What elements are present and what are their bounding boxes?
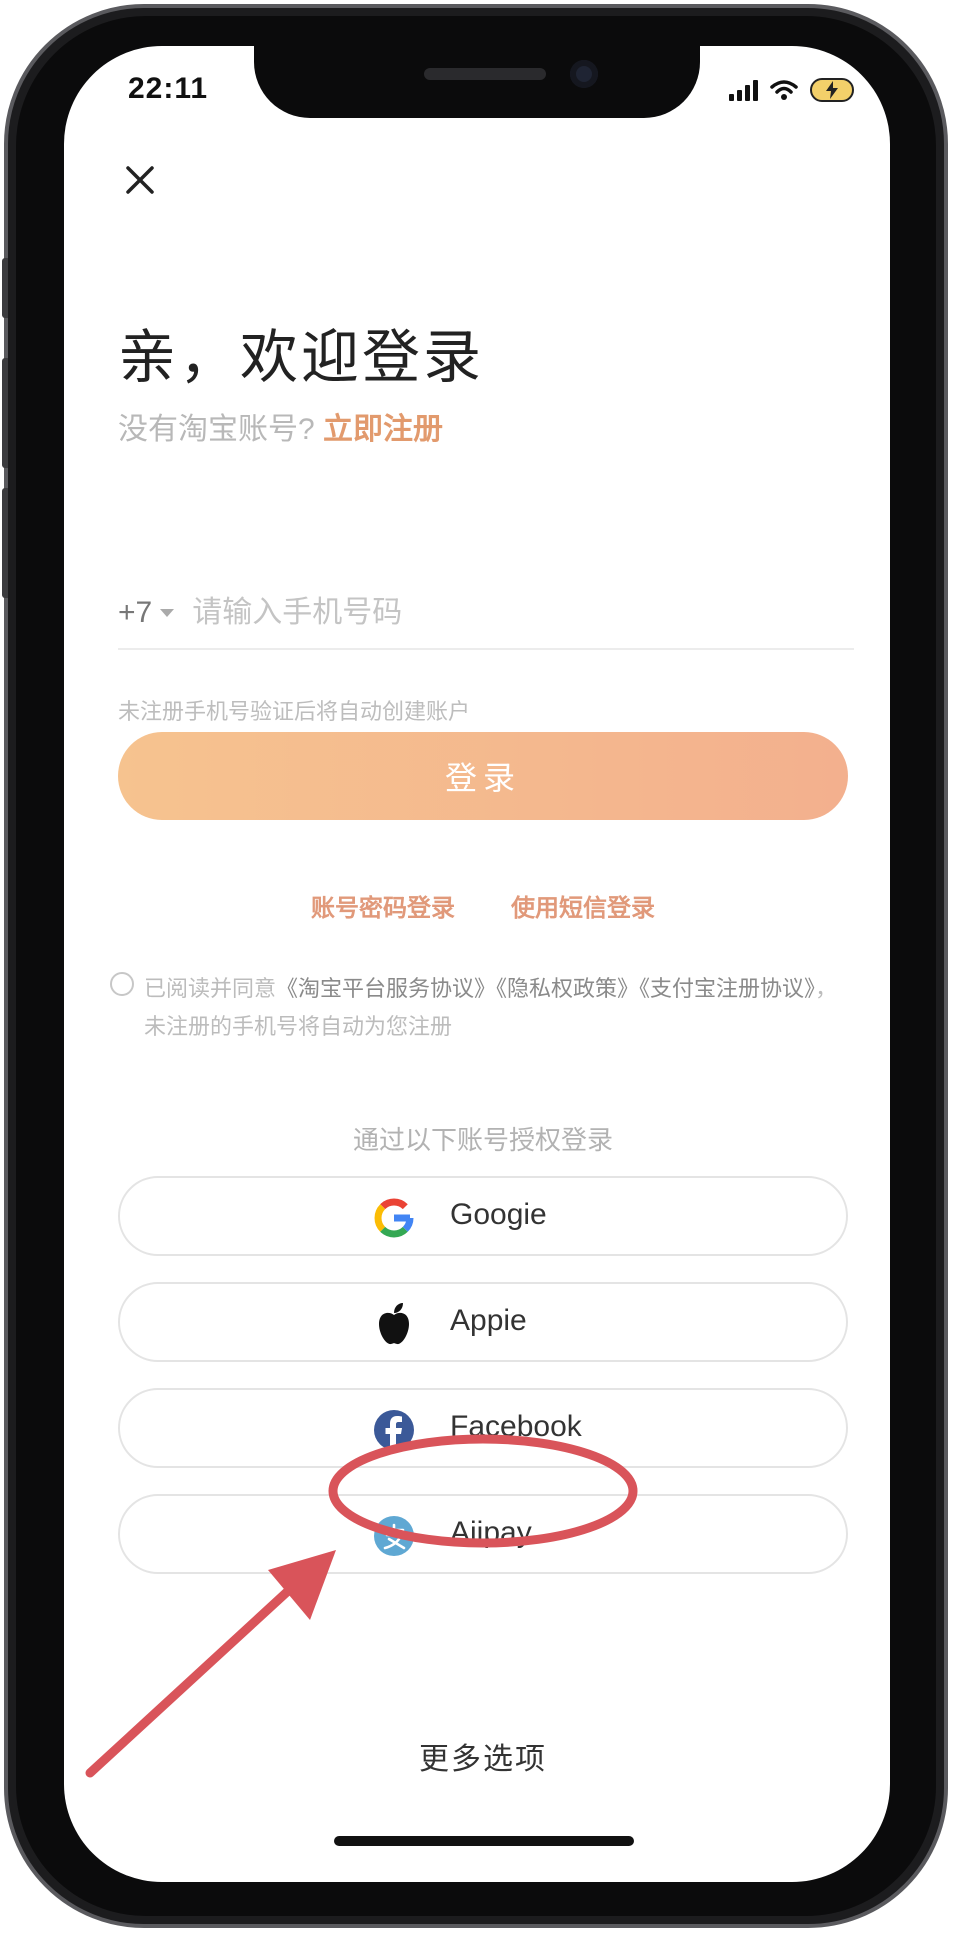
earpiece-speaker bbox=[424, 68, 546, 80]
mute-switch bbox=[2, 258, 8, 318]
notch bbox=[254, 46, 700, 118]
country-code-selector[interactable]: +7 bbox=[118, 596, 175, 630]
alipay-login-button[interactable]: Aiipay bbox=[118, 1494, 848, 1574]
apple-icon bbox=[372, 1302, 416, 1346]
agreement-prefix: 已阅读并同意 bbox=[144, 976, 277, 1001]
register-link[interactable]: 立即注册 bbox=[323, 413, 443, 446]
facebook-login-button[interactable]: Facebook bbox=[118, 1388, 848, 1468]
agreement-row: 已阅读并同意《淘宝平台服务协议》《隐私权政策》《支付宝注册协议》，未注册的手机号… bbox=[110, 970, 850, 1046]
screenshot-stage: 22:11 亲，欢迎登录 没有淘宝账号? 立即注册 +7 请输入手机号码 未注册… bbox=[0, 0, 953, 1933]
wifi-icon bbox=[770, 80, 798, 100]
volume-up-button bbox=[2, 358, 8, 468]
apple-login-button[interactable]: Appie bbox=[118, 1282, 848, 1362]
volume-down-button bbox=[2, 488, 8, 598]
register-prompt: 没有淘宝账号? 立即注册 bbox=[118, 404, 443, 448]
password-login-link[interactable]: 账号密码登录 bbox=[311, 888, 455, 923]
alipay-agreement-link[interactable]: 《支付宝注册协议》 bbox=[639, 976, 815, 1001]
apple-login-label: Appie bbox=[450, 1304, 527, 1337]
facebook-login-label: Facebook bbox=[450, 1410, 582, 1443]
status-time: 22:11 bbox=[128, 72, 209, 105]
terms-of-service-link[interactable]: 《淘宝平台服务协议》 bbox=[276, 976, 496, 1001]
front-camera bbox=[570, 60, 598, 88]
privacy-policy-link[interactable]: 《隐私权政策》 bbox=[496, 976, 639, 1001]
google-login-label: Googie bbox=[450, 1198, 547, 1231]
alipay-icon bbox=[372, 1514, 416, 1558]
charging-bolt-icon bbox=[826, 81, 838, 99]
close-icon bbox=[126, 166, 154, 194]
alt-login-links: 账号密码登录 使用短信登录 bbox=[118, 888, 848, 923]
phone-hint: 未注册手机号验证后将自动创建账户 bbox=[118, 699, 471, 724]
phone-number-input[interactable] bbox=[190, 595, 854, 631]
oauth-heading: 通过以下账号授权登录 bbox=[352, 1125, 613, 1155]
agreement-text: 已阅读并同意《淘宝平台服务协议》《隐私权政策》《支付宝注册协议》，未注册的手机号… bbox=[144, 970, 850, 1046]
agreement-checkbox[interactable] bbox=[110, 972, 134, 996]
caret-down-icon bbox=[160, 609, 175, 617]
cellular-signal-icon bbox=[729, 79, 758, 101]
phone-screen: 22:11 亲，欢迎登录 没有淘宝账号? 立即注册 +7 请输入手机号码 未注册… bbox=[64, 46, 890, 1882]
page-title: 亲，欢迎登录 bbox=[118, 325, 485, 390]
close-button[interactable] bbox=[116, 156, 164, 204]
register-prompt-text: 没有淘宝账号? bbox=[118, 413, 315, 446]
phone-number-row: +7 bbox=[118, 578, 854, 650]
status-icons bbox=[729, 76, 854, 104]
battery-charging-icon bbox=[810, 78, 854, 102]
home-indicator bbox=[334, 1836, 634, 1846]
sms-login-link[interactable]: 使用短信登录 bbox=[511, 888, 655, 923]
country-code-value: +7 bbox=[118, 596, 153, 629]
more-options-link[interactable]: 更多选项 bbox=[118, 1734, 848, 1778]
google-icon bbox=[372, 1196, 416, 1240]
alipay-login-label: Aiipay bbox=[450, 1516, 532, 1549]
google-login-button[interactable]: Googie bbox=[118, 1176, 848, 1256]
facebook-icon bbox=[372, 1408, 416, 1452]
login-button[interactable]: 登录 bbox=[118, 732, 848, 820]
